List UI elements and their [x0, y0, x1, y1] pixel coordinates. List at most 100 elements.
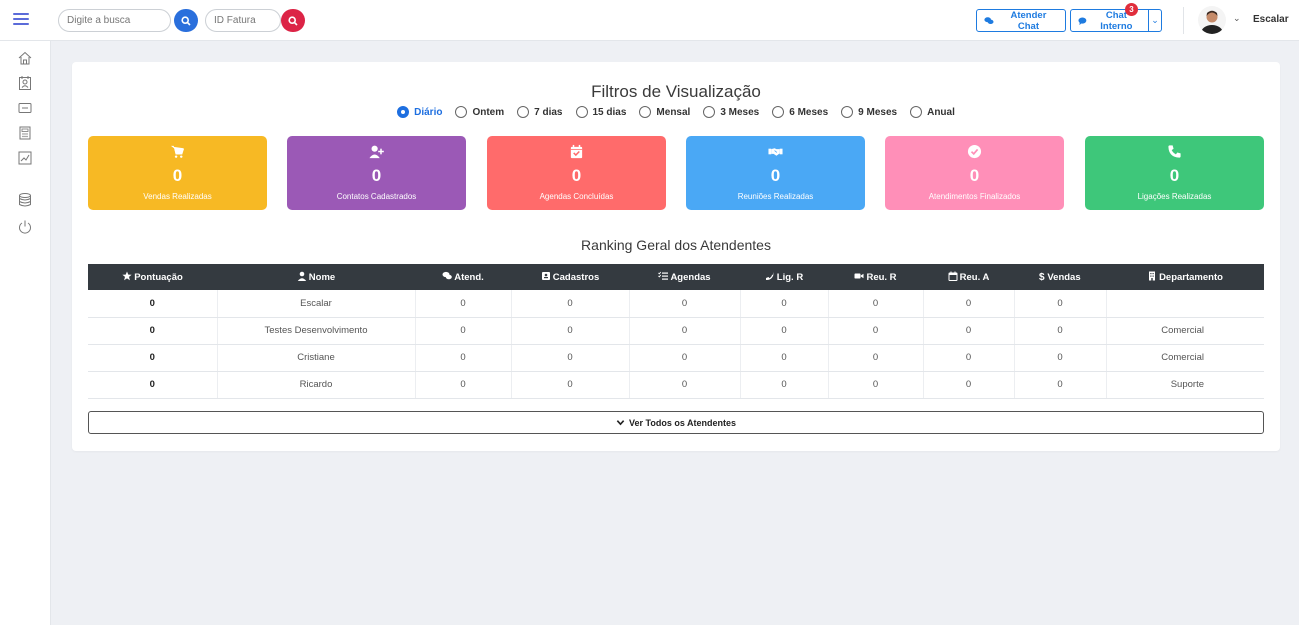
stat-value: 0: [1169, 166, 1180, 185]
star-icon: [122, 271, 132, 281]
cell-nome: Testes Desenvolvimento: [217, 317, 416, 345]
cell-vendas: 0: [1014, 317, 1107, 345]
col-pontuacao[interactable]: Pontuação: [88, 264, 217, 290]
cell-departamento: Comercial: [1106, 317, 1264, 345]
radio-button[interactable]: [841, 106, 854, 118]
col-agendas[interactable]: Agendas: [629, 264, 740, 290]
col-reu-a[interactable]: Reu. A: [923, 264, 1014, 290]
table-row[interactable]: 0 Ricardo 0 0 0 0 0 0 0 Suporte: [88, 371, 1264, 399]
filter-15-dias[interactable]: 15 dias: [575, 106, 626, 118]
power-icon[interactable]: [17, 219, 33, 235]
stat-atendimentos: 0 Atendimentos Finalizados: [885, 136, 1064, 210]
cell-lig-r: 0: [740, 317, 829, 345]
filter-anual[interactable]: Anual: [910, 106, 955, 118]
radio-button[interactable]: [910, 106, 923, 118]
cell-lig-r: 0: [740, 290, 829, 318]
address-card-icon: [541, 271, 551, 281]
stat-value: 0: [571, 166, 582, 185]
col-lig-r[interactable]: Lig. R: [740, 264, 828, 290]
cell-pontuacao: 0: [88, 344, 218, 372]
period-filters: Diário Ontem 7 dias 15 dias Mensal 3 Mes…: [72, 106, 1280, 118]
cell-reu-r: 0: [828, 317, 924, 345]
calculator-icon[interactable]: [17, 125, 33, 141]
avatar[interactable]: [1198, 6, 1226, 34]
cell-reu-r: 0: [828, 344, 924, 372]
cell-pontuacao: 0: [88, 317, 218, 345]
cell-lig-r: 0: [740, 344, 829, 372]
search-input[interactable]: [58, 9, 171, 32]
radio-button[interactable]: [639, 106, 652, 118]
filter-ontem[interactable]: Ontem: [455, 106, 504, 118]
table-row[interactable]: 0 Testes Desenvolvimento 0 0 0 0 0 0 0 C…: [88, 317, 1264, 345]
col-nome[interactable]: Nome: [217, 264, 415, 290]
filter-7-dias[interactable]: 7 dias: [517, 106, 563, 118]
cell-reu-r: 0: [828, 290, 924, 318]
cell-agendas: 0: [629, 344, 741, 372]
stat-label: Agendas Concluídas: [539, 192, 614, 201]
invoice-id-input[interactable]: [205, 9, 281, 32]
cell-reu-a: 0: [923, 371, 1015, 399]
stat-reunioes: 0 Reuniões Realizadas: [686, 136, 865, 210]
col-departamento[interactable]: Departamento: [1106, 264, 1264, 290]
filter-9-meses[interactable]: 9 Meses: [841, 106, 897, 118]
col-cadastros[interactable]: Cadastros: [511, 264, 629, 290]
filter-diario[interactable]: Diário: [397, 106, 442, 118]
phone-icon: [765, 271, 775, 281]
notification-badge: 3: [1125, 3, 1138, 16]
cell-nome: Ricardo: [217, 371, 416, 399]
table-row[interactable]: 0 Escalar 0 0 0 0 0 0 0: [88, 290, 1264, 318]
database-icon[interactable]: [17, 192, 33, 208]
cell-atend: 0: [415, 371, 512, 399]
video-icon: [854, 271, 864, 281]
col-vendas[interactable]: $ Vendas: [1014, 264, 1106, 290]
cell-cadastros: 0: [511, 317, 630, 345]
home-icon[interactable]: [17, 50, 33, 66]
cell-agendas: 0: [629, 290, 741, 318]
svg-text:$: $: [1039, 272, 1045, 281]
cell-vendas: 0: [1014, 344, 1107, 372]
cell-departamento: [1106, 290, 1264, 318]
chart-icon[interactable]: [17, 150, 33, 166]
user-plus-icon: [369, 145, 384, 159]
table-header-row: Pontuação Nome Atend. Cadastros Agendas …: [88, 264, 1264, 290]
stat-label: Reuniões Realizadas: [737, 192, 814, 201]
see-all-attendants-button[interactable]: Ver Todos os Atendentes: [88, 411, 1264, 434]
cell-nome: Cristiane: [217, 344, 416, 372]
col-atend[interactable]: Atend.: [415, 264, 511, 290]
dollar-icon: $: [1039, 271, 1045, 283]
filter-3-meses[interactable]: 3 Meses: [703, 106, 759, 118]
chat-dropdown-toggle[interactable]: ⌄: [1148, 9, 1162, 32]
radio-button[interactable]: [575, 106, 588, 118]
comment-icon: [1078, 16, 1087, 25]
cell-agendas: 0: [629, 371, 741, 399]
cell-lig-r: 0: [740, 371, 829, 399]
list-check-icon: [658, 271, 669, 281]
radio-button[interactable]: [517, 106, 530, 118]
filter-6-meses[interactable]: 6 Meses: [772, 106, 828, 118]
check-circle-icon: [967, 144, 982, 159]
atender-chat-button[interactable]: Atender Chat: [976, 9, 1066, 32]
cell-cadastros: 0: [511, 344, 630, 372]
cell-vendas: 0: [1014, 371, 1107, 399]
contacts-icon[interactable]: [17, 75, 33, 91]
stat-label: Ligações Realizadas: [1137, 192, 1212, 201]
comments-icon: [442, 271, 453, 281]
menu-toggle-icon[interactable]: [13, 13, 29, 25]
invoice-search-button[interactable]: [281, 9, 305, 32]
radio-button[interactable]: [703, 106, 716, 118]
radio-button[interactable]: [455, 106, 468, 118]
filter-mensal[interactable]: Mensal: [639, 106, 690, 118]
divider: [1183, 7, 1184, 34]
stat-label: Contatos Cadastrados: [336, 192, 417, 201]
radio-button[interactable]: [772, 106, 785, 118]
calendar-check-icon: [570, 144, 583, 159]
chevron-down-icon[interactable]: ⌄: [1233, 13, 1241, 24]
table-row[interactable]: 0 Cristiane 0 0 0 0 0 0 0 Comercial: [88, 344, 1264, 372]
col-reu-r[interactable]: Reu. R: [828, 264, 923, 290]
user-name[interactable]: Escalar: [1253, 14, 1289, 25]
stat-value: 0: [969, 166, 980, 185]
search-button[interactable]: [174, 9, 198, 32]
message-icon[interactable]: [17, 100, 33, 116]
radio-button[interactable]: [397, 106, 410, 118]
cell-pontuacao: 0: [88, 290, 218, 318]
